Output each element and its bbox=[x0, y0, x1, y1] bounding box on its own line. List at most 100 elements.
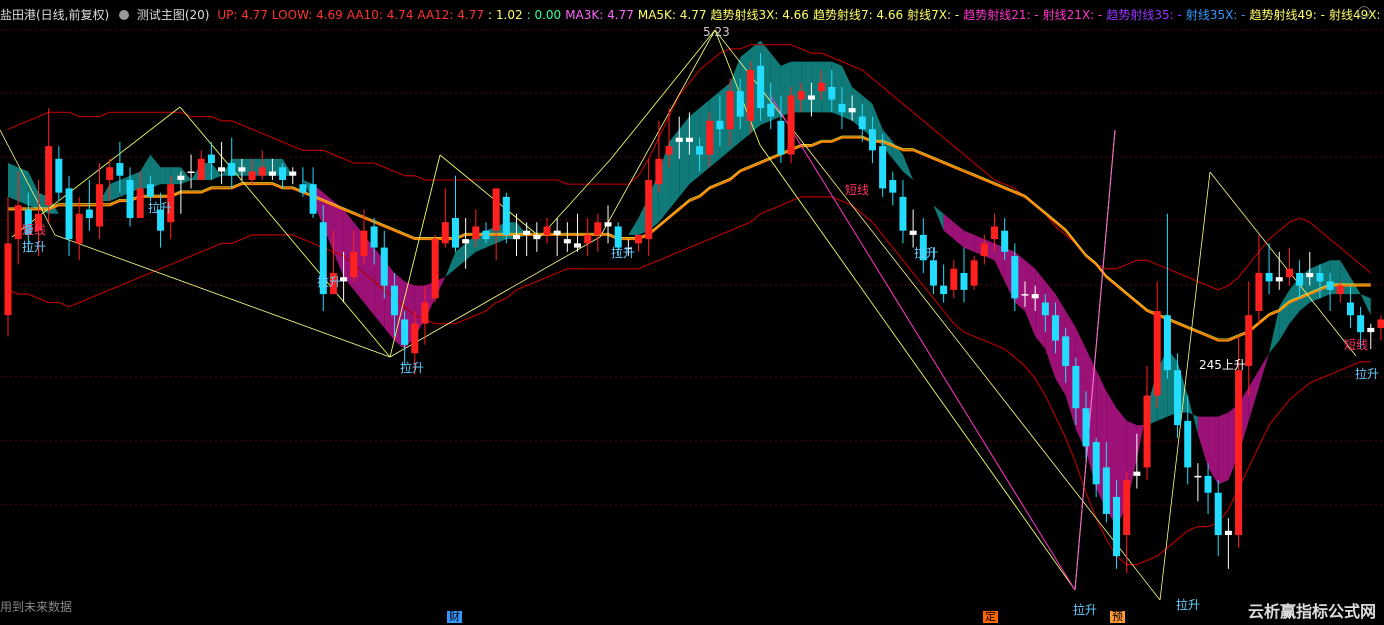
candle-body bbox=[604, 222, 612, 227]
candle-body bbox=[970, 260, 978, 286]
candle-body bbox=[675, 137, 683, 142]
candle-body bbox=[1052, 315, 1060, 341]
candle-body bbox=[543, 226, 551, 235]
candle-body bbox=[980, 243, 988, 257]
candle-body bbox=[838, 103, 846, 113]
ma-ribbon-segment bbox=[18, 167, 29, 206]
ma-ribbon-segment bbox=[140, 154, 151, 189]
candle-body bbox=[1224, 530, 1232, 536]
candle-body bbox=[1041, 302, 1049, 316]
candle-body bbox=[797, 91, 805, 100]
candle-body bbox=[289, 171, 297, 176]
ma-ribbon-segment bbox=[1279, 289, 1290, 341]
ma-ribbon-segment bbox=[333, 201, 344, 278]
candle-body bbox=[665, 146, 673, 155]
ma-ribbon-segment bbox=[28, 171, 39, 210]
event-marker[interactable]: 定 bbox=[983, 611, 998, 623]
candle-body bbox=[14, 205, 22, 240]
candle-body bbox=[1255, 272, 1263, 311]
rise-signal-label: 拉升 bbox=[400, 361, 425, 375]
ma-ribbon-segment bbox=[1248, 370, 1259, 421]
candle-body bbox=[1245, 315, 1253, 366]
candle-body bbox=[513, 234, 520, 240]
candle-body bbox=[696, 146, 704, 155]
candle-body bbox=[716, 120, 724, 130]
ma-ribbon-segment bbox=[1309, 264, 1320, 303]
candle-body bbox=[1153, 311, 1161, 396]
ma-ribbon-segment bbox=[445, 251, 456, 278]
trend-ray-pink bbox=[769, 94, 1076, 591]
candle-body bbox=[228, 163, 236, 176]
candle-body bbox=[55, 158, 63, 193]
candle-body bbox=[350, 251, 358, 278]
candle-body bbox=[746, 70, 754, 121]
candle-body bbox=[126, 179, 134, 218]
candle-body bbox=[360, 230, 368, 257]
ma-ribbon-segment bbox=[841, 65, 853, 121]
candle-body bbox=[441, 222, 449, 244]
candle-body bbox=[258, 167, 266, 176]
ma-ribbon-segment bbox=[180, 167, 192, 185]
candle-body bbox=[553, 230, 561, 235]
rise-signal-label: 拉升 bbox=[1176, 598, 1201, 612]
candle-body bbox=[401, 319, 409, 345]
ma-ribbon-segment bbox=[1258, 353, 1270, 388]
candle-body bbox=[828, 86, 836, 100]
candle-body bbox=[757, 65, 765, 109]
candle-body bbox=[645, 179, 653, 240]
rise-signal-label: 拉升 bbox=[914, 246, 939, 260]
candle-body bbox=[574, 243, 582, 248]
candle-body bbox=[1184, 420, 1192, 468]
candle-body bbox=[502, 196, 510, 235]
candle-body bbox=[462, 239, 470, 244]
event-marker[interactable]: 预 bbox=[1110, 611, 1125, 623]
candle-body bbox=[85, 209, 93, 218]
candle-body bbox=[136, 188, 144, 218]
candle-body bbox=[1133, 471, 1141, 476]
price-label: 5.23 bbox=[703, 25, 730, 39]
ma-ribbon-segment bbox=[933, 205, 944, 231]
candle-body bbox=[1306, 272, 1314, 278]
candle-body bbox=[390, 285, 398, 316]
candle-body bbox=[1072, 365, 1080, 409]
ma-ribbon-segment bbox=[1208, 416, 1219, 485]
kline-chart[interactable] bbox=[0, 0, 1384, 625]
candle-body bbox=[75, 213, 83, 244]
short-term-label: 短线 bbox=[1344, 338, 1369, 352]
candle-body bbox=[1092, 442, 1100, 485]
candle-body bbox=[482, 230, 490, 240]
candle-body bbox=[1062, 336, 1070, 366]
candle-body bbox=[584, 234, 592, 244]
candle-body bbox=[492, 188, 500, 231]
candle-body bbox=[1316, 272, 1324, 282]
short-term-label: 短线 bbox=[22, 223, 47, 237]
rise-signal-label: 拉升 bbox=[317, 275, 342, 289]
candle-body bbox=[1123, 480, 1131, 536]
candle-body bbox=[431, 239, 439, 299]
candle-body bbox=[807, 95, 815, 100]
ma-ribbon-segment bbox=[679, 116, 690, 197]
event-marker[interactable]: 财 bbox=[447, 611, 462, 623]
price-label: 245上升 bbox=[1199, 358, 1246, 372]
candle-body bbox=[1021, 294, 1029, 296]
ma-ribbon-segment bbox=[292, 175, 303, 180]
candle-body bbox=[523, 230, 531, 235]
candle-body bbox=[116, 163, 124, 176]
candle-body bbox=[787, 95, 795, 155]
candle-body bbox=[197, 158, 205, 180]
candle-body bbox=[1275, 277, 1283, 282]
candle-body bbox=[655, 158, 663, 185]
candle-body bbox=[1143, 395, 1151, 468]
candle-body bbox=[1001, 230, 1009, 252]
ma-ribbon-segment bbox=[1360, 294, 1371, 316]
candle-body bbox=[1265, 272, 1273, 282]
ma-ribbon-segment bbox=[963, 230, 975, 252]
candle-body bbox=[533, 234, 541, 240]
short-term-label: 短线 bbox=[845, 183, 870, 197]
ma-ribbon-segment bbox=[1218, 412, 1229, 485]
candle-body bbox=[818, 82, 826, 92]
candle-body bbox=[909, 230, 917, 235]
candle-body bbox=[268, 171, 276, 176]
candle-body bbox=[1326, 281, 1334, 290]
ma-ribbon-segment bbox=[923, 192, 934, 206]
